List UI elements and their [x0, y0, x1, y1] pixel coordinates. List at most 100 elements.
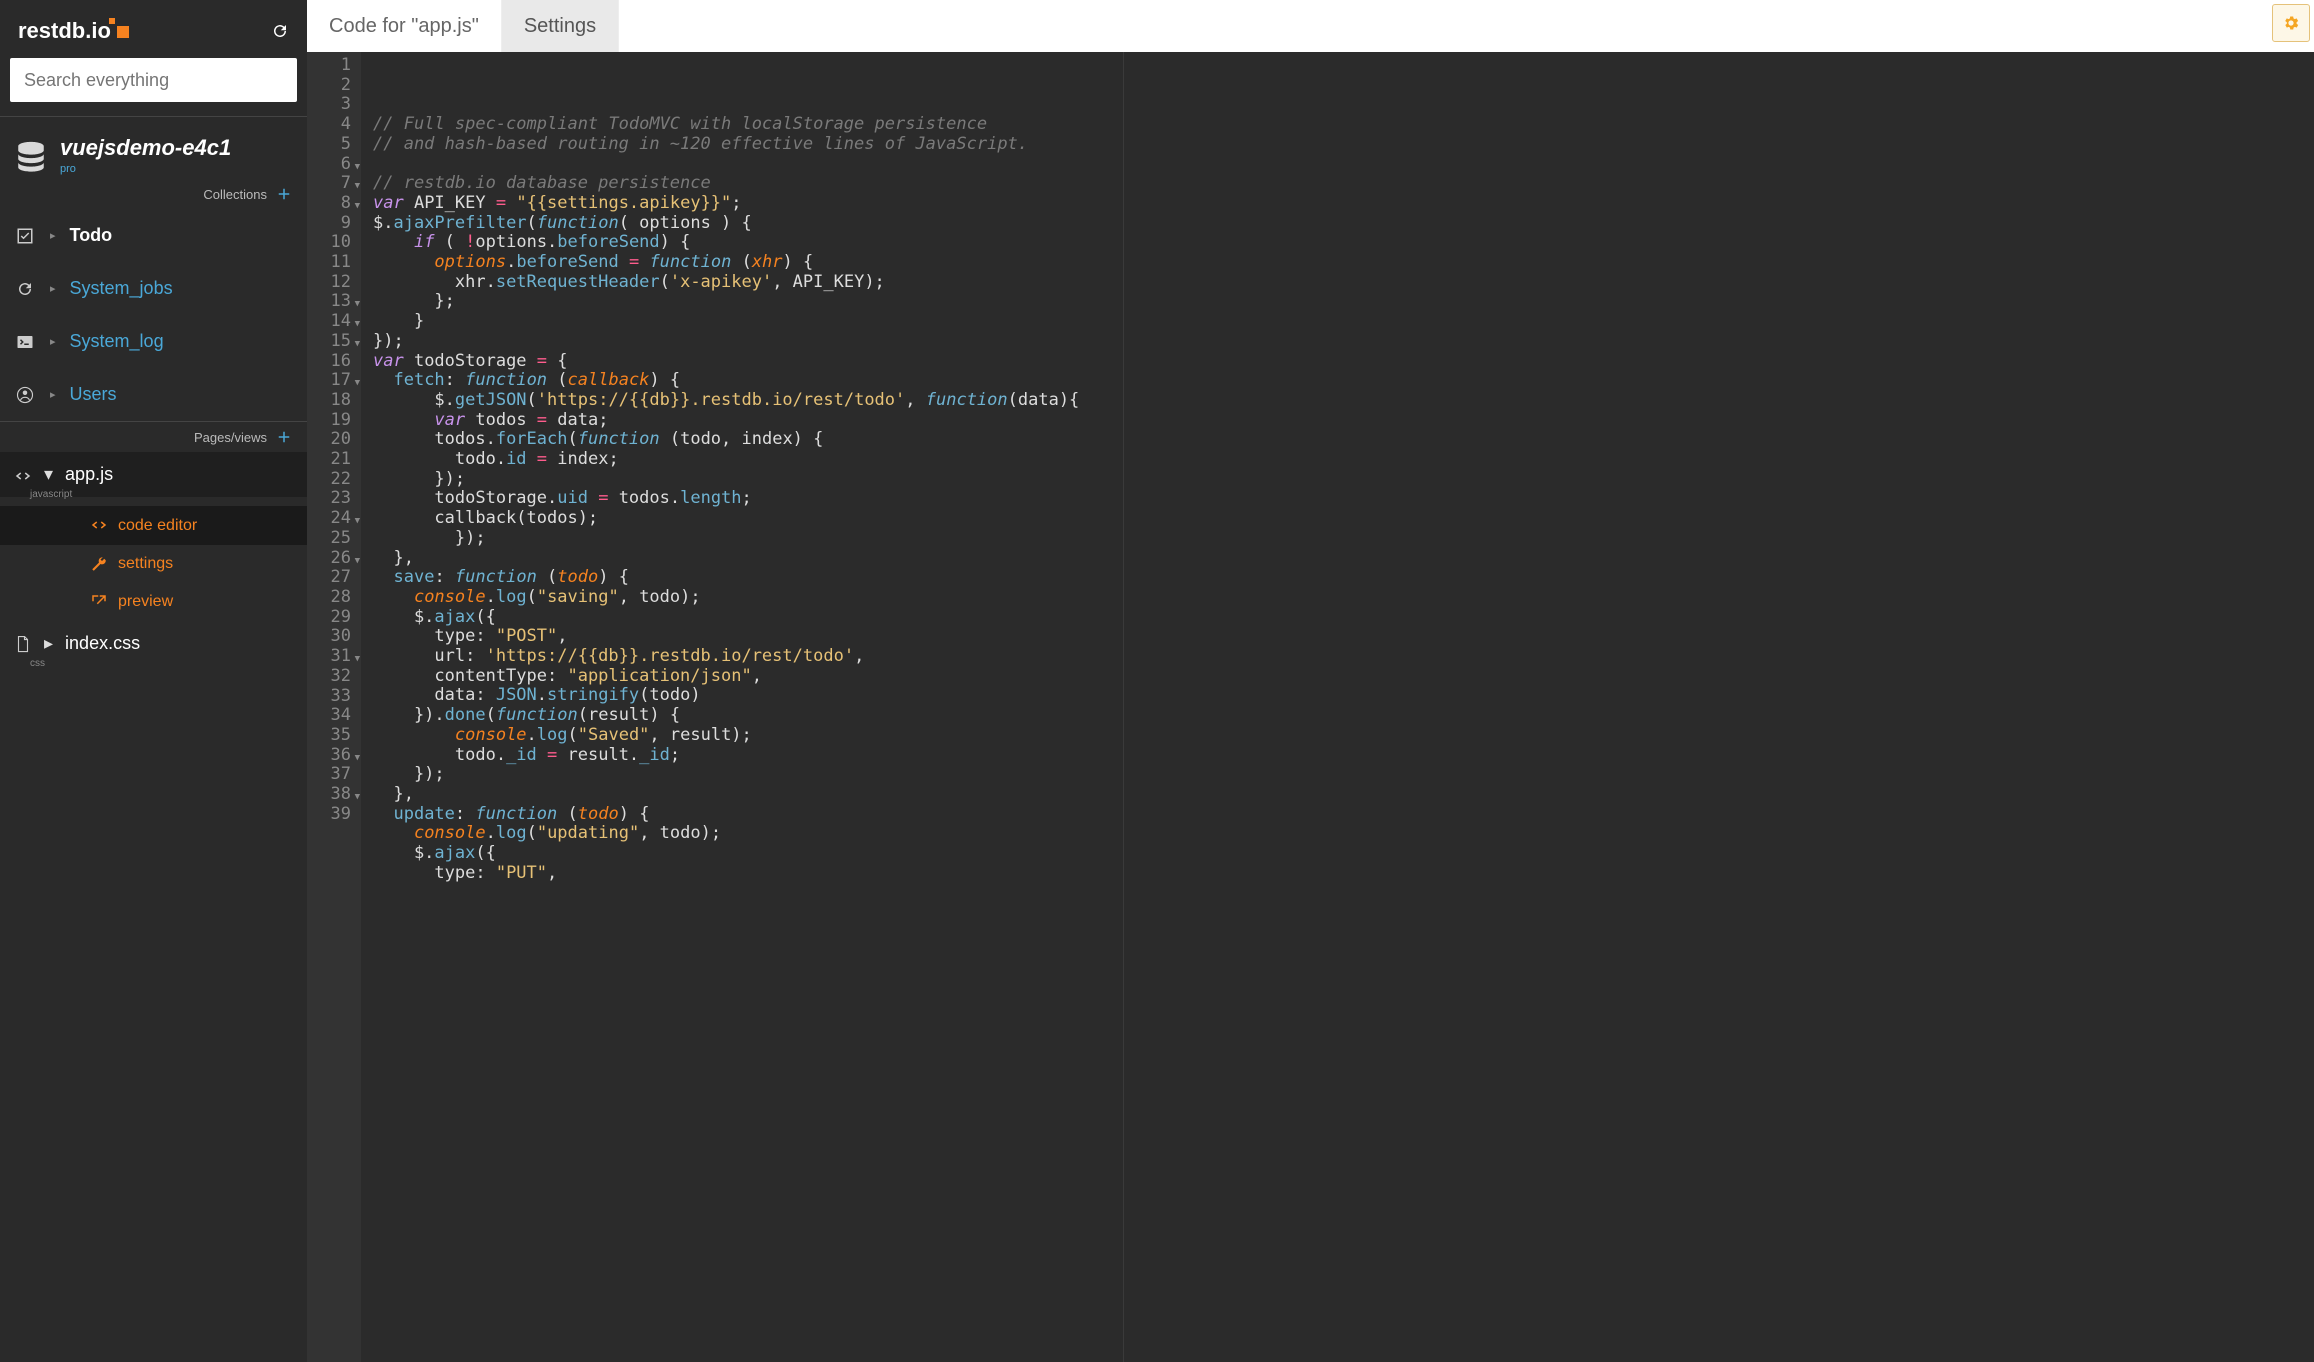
- tab-bar: Code for "app.js"Settings: [307, 0, 2314, 52]
- code-line: var API_KEY = "{{settings.apikey}}";: [373, 194, 2314, 214]
- code-line: }).done(function(result) {: [373, 706, 2314, 726]
- add-collection-button[interactable]: [275, 185, 293, 203]
- editor-gutter: 123456▼7▼8▼910111213▼14▼15▼1617▼18192021…: [307, 52, 361, 1362]
- line-number: 7▼: [313, 174, 351, 194]
- fold-marker-icon[interactable]: ▼: [355, 374, 360, 394]
- code-line: fetch: function (callback) {: [373, 371, 2314, 391]
- collections-section-header: Collections: [0, 179, 307, 209]
- code-line: options.beforeSend = function (xhr) {: [373, 253, 2314, 273]
- code-line: todo.id = index;: [373, 450, 2314, 470]
- line-number: 24▼: [313, 509, 351, 529]
- line-number: 31▼: [313, 647, 351, 667]
- code-icon: [14, 464, 32, 485]
- brand-mark-icon: [117, 26, 129, 38]
- brand-logo[interactable]: restdb.io: [18, 18, 129, 44]
- code-line: });: [373, 332, 2314, 352]
- fold-marker-icon[interactable]: ▼: [355, 512, 360, 532]
- code-line: todos.forEach(function (todo, index) {: [373, 430, 2314, 450]
- page-subnav-preview[interactable]: preview: [0, 583, 307, 621]
- database-icon: [14, 135, 48, 173]
- line-number: 21: [313, 450, 351, 470]
- code-line: // Full spec-compliant TodoMVC with loca…: [373, 115, 2314, 135]
- add-page-button[interactable]: [275, 428, 293, 446]
- code-line: };: [373, 292, 2314, 312]
- code-line: type: "PUT",: [373, 864, 2314, 884]
- line-number: 19: [313, 411, 351, 431]
- subnav-label: code editor: [118, 517, 197, 535]
- fold-marker-icon[interactable]: ▼: [355, 315, 360, 335]
- line-number: 15▼: [313, 332, 351, 352]
- collection-label: Users: [70, 384, 117, 405]
- line-number: 39: [313, 805, 351, 825]
- line-number: 26▼: [313, 549, 351, 569]
- collection-label: Todo: [70, 225, 113, 246]
- code-line: var todos = data;: [373, 411, 2314, 431]
- code-line: save: function (todo) {: [373, 568, 2314, 588]
- database-header[interactable]: vuejsdemo-e4c1 pro: [0, 117, 307, 179]
- page-subnav-code-editor[interactable]: code editor: [0, 506, 307, 544]
- check-icon: [14, 227, 36, 245]
- fold-marker-icon[interactable]: ▼: [355, 788, 360, 808]
- line-number: 12: [313, 273, 351, 293]
- line-number: 35: [313, 726, 351, 746]
- tab-code-for-app-js-[interactable]: Code for "app.js": [307, 0, 502, 52]
- line-number: 1: [313, 56, 351, 76]
- settings-gear-button[interactable]: [2272, 4, 2310, 42]
- line-number: 38▼: [313, 785, 351, 805]
- pages-label: Pages/views: [194, 430, 267, 445]
- code-line: $.getJSON('https://{{db}}.restdb.io/rest…: [373, 391, 2314, 411]
- line-number: 4: [313, 115, 351, 135]
- sidebar-collection-todo[interactable]: ▸Todo: [0, 209, 307, 262]
- code-line: [373, 155, 2314, 175]
- search-input[interactable]: [10, 58, 297, 102]
- file-icon: [14, 633, 32, 654]
- code-line: callback(todos);: [373, 509, 2314, 529]
- collection-label: System_log: [70, 331, 164, 352]
- sidebar-collection-users[interactable]: ▸ Users: [0, 368, 307, 421]
- fold-marker-icon[interactable]: ▼: [355, 749, 360, 769]
- code-editor[interactable]: 123456▼7▼8▼910111213▼14▼15▼1617▼18192021…: [307, 52, 2314, 1362]
- refresh-icon: [14, 280, 36, 298]
- pages-section-header: Pages/views: [0, 422, 307, 452]
- sidebar-collection-system_log[interactable]: ▸System_log: [0, 315, 307, 368]
- line-number: 3: [313, 95, 351, 115]
- line-number: 22: [313, 470, 351, 490]
- sidebar-collection-system_jobs[interactable]: ▸System_jobs: [0, 262, 307, 315]
- code-line: contentType: "application/json",: [373, 667, 2314, 687]
- fold-marker-icon[interactable]: ▼: [355, 335, 360, 355]
- database-name: vuejsdemo-e4c1: [60, 135, 231, 161]
- line-number: 36▼: [313, 746, 351, 766]
- line-number: 14▼: [313, 312, 351, 332]
- page-subtype: css: [0, 658, 307, 669]
- tab-settings[interactable]: Settings: [502, 0, 619, 52]
- line-number: 29: [313, 608, 351, 628]
- page-subnav-settings[interactable]: settings: [0, 545, 307, 583]
- code-line: console.log("updating", todo);: [373, 824, 2314, 844]
- sidebar: restdb.io vuejsdemo-e4c1 pro Collections…: [0, 0, 307, 1362]
- fold-marker-icon[interactable]: ▼: [355, 650, 360, 670]
- collections-label: Collections: [203, 187, 267, 202]
- line-number: 37: [313, 765, 351, 785]
- line-number: 9: [313, 214, 351, 234]
- line-number: 34: [313, 706, 351, 726]
- code-line: // and hash-based routing in ~120 effect…: [373, 135, 2314, 155]
- code-line: var todoStorage = {: [373, 352, 2314, 372]
- fold-marker-icon[interactable]: ▼: [355, 158, 360, 178]
- code-line: update: function (todo) {: [373, 805, 2314, 825]
- fold-marker-icon[interactable]: ▼: [355, 177, 360, 197]
- fold-marker-icon[interactable]: ▼: [355, 197, 360, 217]
- fold-marker-icon[interactable]: ▼: [355, 552, 360, 572]
- editor-code-area[interactable]: // Full spec-compliant TodoMVC with loca…: [361, 52, 2314, 1362]
- code-line: xhr.setRequestHeader('x-apikey', API_KEY…: [373, 273, 2314, 293]
- line-number: 20: [313, 430, 351, 450]
- code-line: if ( !options.beforeSend) {: [373, 233, 2314, 253]
- chevron-right-icon: ▸: [50, 388, 56, 401]
- main-area: Code for "app.js"Settings 123456▼7▼8▼910…: [307, 0, 2314, 1362]
- subnav-label: settings: [118, 555, 173, 573]
- code-line: });: [373, 529, 2314, 549]
- line-number: 8▼: [313, 194, 351, 214]
- fold-marker-icon[interactable]: ▼: [355, 295, 360, 315]
- refresh-icon[interactable]: [271, 20, 289, 43]
- code-line: $.ajaxPrefilter(function( options ) {: [373, 214, 2314, 234]
- code-line: });: [373, 470, 2314, 490]
